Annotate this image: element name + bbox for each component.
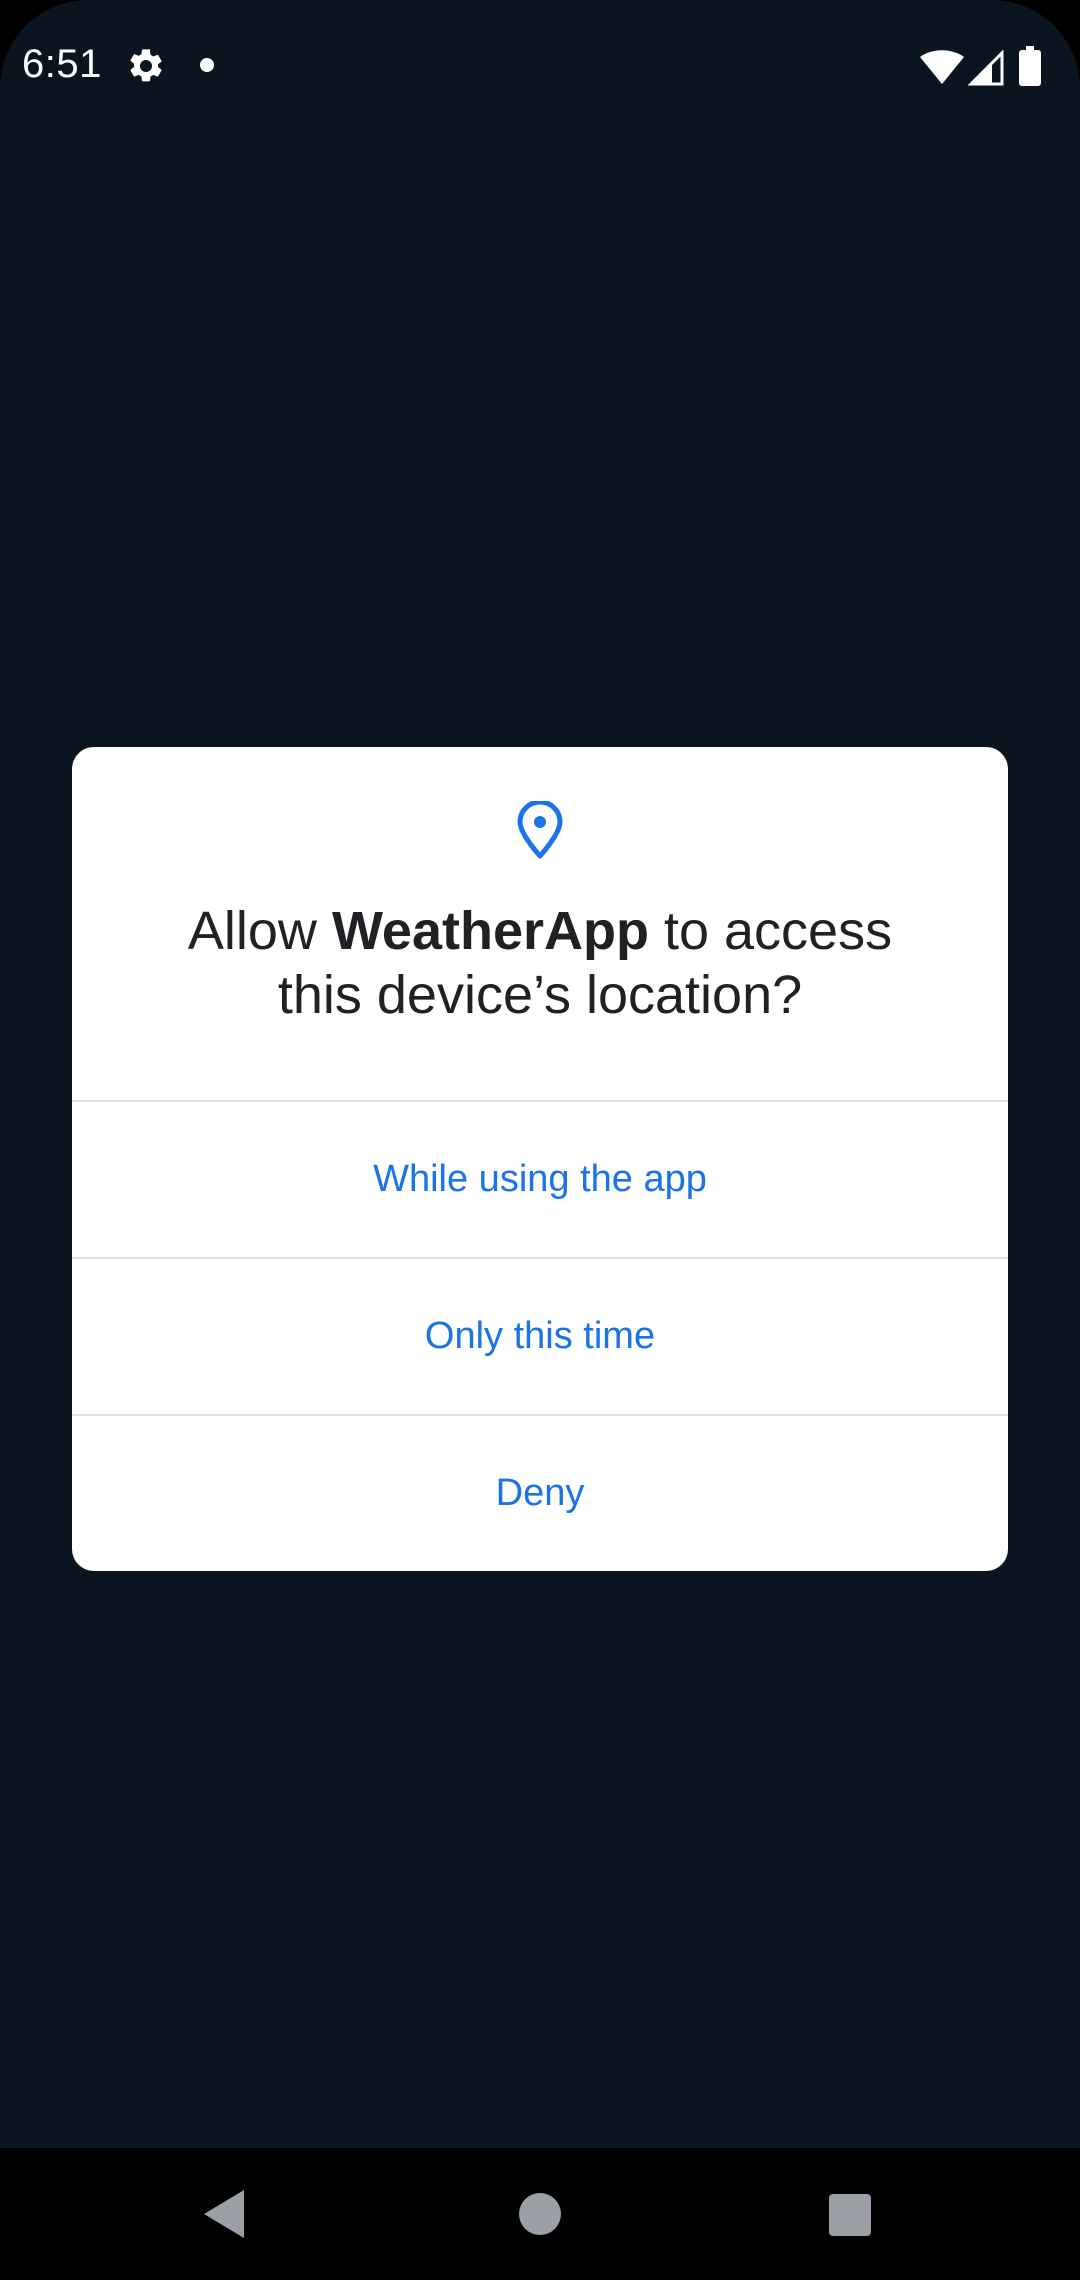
navigation-bar <box>0 2148 1080 2280</box>
phone-screen: 6:51 Allow WeatherApp to access this dev… <box>0 0 1080 2280</box>
only-this-time-button[interactable]: Only this time <box>72 1259 1008 1414</box>
title-suffix: to access <box>648 901 893 961</box>
dialog-title: Allow WeatherApp to access this device’s… <box>112 899 968 1027</box>
gear-icon <box>130 49 162 82</box>
status-bar: 6:51 <box>0 0 1080 136</box>
title-line-2: this device’s location? <box>277 965 803 1025</box>
title-prefix: Allow <box>187 901 332 961</box>
location-pin-icon <box>517 801 563 859</box>
deny-button[interactable]: Deny <box>72 1416 1008 1571</box>
notification-dot-icon <box>200 58 214 72</box>
wifi-icon <box>920 50 964 84</box>
home-icon[interactable] <box>519 2193 561 2235</box>
status-time: 6:51 <box>22 42 102 86</box>
while-using-app-button[interactable]: While using the app <box>72 1102 1008 1257</box>
app-name: WeatherApp <box>331 901 649 961</box>
recents-icon[interactable] <box>829 2194 871 2236</box>
back-icon[interactable] <box>204 2190 246 2238</box>
cell-signal-icon <box>968 50 1004 86</box>
permission-dialog: Allow WeatherApp to access this device’s… <box>72 747 1008 1571</box>
dialog-header: Allow WeatherApp to access this device’s… <box>72 747 1008 1100</box>
battery-icon <box>1019 46 1041 86</box>
